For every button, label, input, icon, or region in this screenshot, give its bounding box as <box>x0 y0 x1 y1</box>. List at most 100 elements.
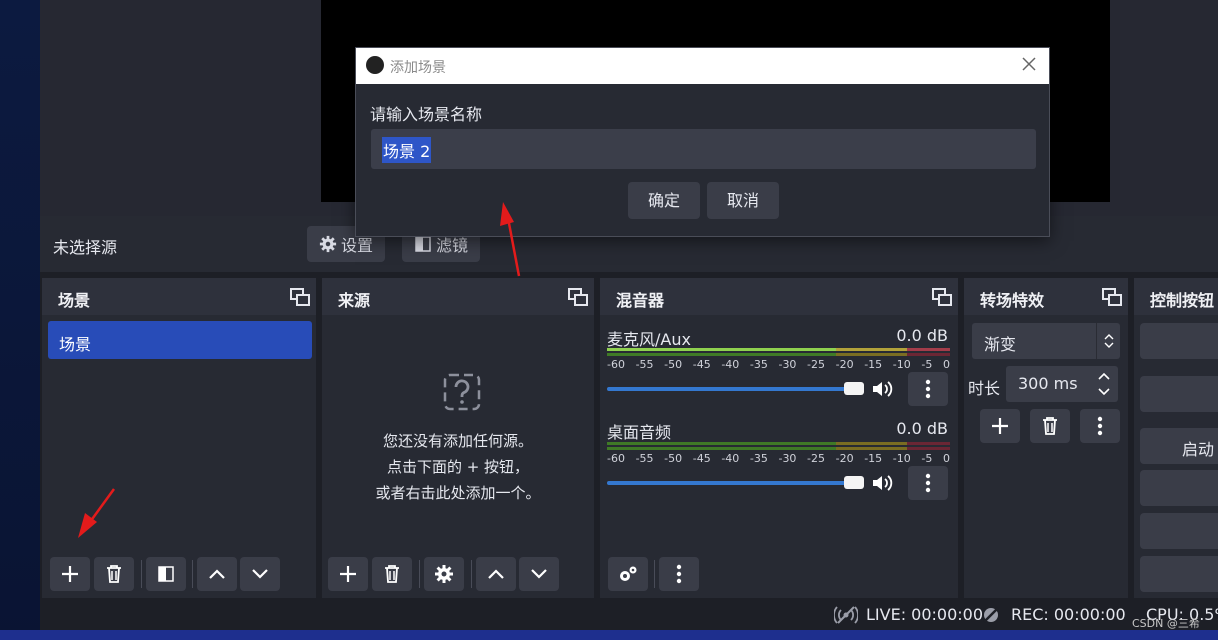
duration-spinbox[interactable]: 300 ms <box>1006 366 1118 402</box>
desktop-meter-ticks: -60 -55 -50 -45 -40 -35 -30 -25 -20 -15 -10 -5 0 <box>607 452 950 465</box>
empty-line-1: 您还没有添加任何源。 <box>382 432 533 450</box>
empty-line-2: 点击下面的 + 按钮， <box>386 458 530 476</box>
empty-sources-message: 您还没有添加任何源。 点击下面的 + 按钮， 或者右击此处添加一个。 <box>322 428 594 506</box>
mic-channel-menu-button[interactable] <box>908 372 948 406</box>
undock-icon[interactable] <box>932 288 952 306</box>
watermark: CSDN @三希 <box>1132 617 1200 630</box>
plus-icon <box>992 418 1008 434</box>
trash-icon <box>107 565 121 583</box>
add-transition-button[interactable] <box>980 409 1020 443</box>
toolbar-separator <box>654 560 655 588</box>
control-button-5[interactable] <box>1140 513 1218 549</box>
mixer-dock: 混音器 麦克风/Aux 0.0 dB -60 -55 -50 -45 -40 -35 -30… <box>600 278 958 598</box>
kebab-menu-icon <box>676 564 682 584</box>
slider-handle[interactable] <box>844 476 864 489</box>
filter-icon <box>415 236 431 252</box>
speaker-icon[interactable] <box>872 380 894 398</box>
toolbar-separator <box>141 560 142 588</box>
cancel-button[interactable]: 取消 <box>707 182 779 219</box>
live-timer: LIVE: 00:00:00 <box>866 605 984 624</box>
desktop-channel-menu-button[interactable] <box>908 466 948 500</box>
chevron-up-icon <box>209 569 225 579</box>
desktop-background-left <box>0 0 40 640</box>
toolbar-separator <box>471 560 472 588</box>
control-button-2[interactable] <box>1140 376 1218 412</box>
advanced-audio-button[interactable] <box>608 557 648 591</box>
transitions-dock: 转场特效 渐变 时长 300 ms <box>964 278 1128 598</box>
move-source-up-button[interactable] <box>476 557 516 591</box>
mic-meter-ticks: -60 -55 -50 -45 -40 -35 -30 -25 -20 -15 -10 -5 0 <box>607 358 950 371</box>
controls-title: 控制按钮 <box>1150 291 1215 310</box>
chevron-down-icon <box>252 569 268 579</box>
remove-transition-button[interactable] <box>1030 409 1070 443</box>
transition-select[interactable]: 渐变 <box>972 323 1120 359</box>
chevron-up-icon <box>488 569 504 579</box>
scene-item-label: 场景 <box>59 335 92 354</box>
up-down-icon <box>1104 334 1114 348</box>
desktop-channel-name: 桌面音频 <box>607 423 672 442</box>
transition-menu-button[interactable] <box>1080 409 1120 443</box>
close-icon[interactable] <box>1021 56 1037 72</box>
chevron-down-icon <box>531 569 547 579</box>
desktop-channel-db: 0.0 dB <box>896 419 948 438</box>
remove-source-button[interactable] <box>372 557 412 591</box>
transitions-title: 转场特效 <box>980 291 1045 310</box>
filter-icon <box>158 566 174 582</box>
no-source-label: 未选择源 <box>53 238 118 257</box>
control-button-6[interactable] <box>1140 556 1218 592</box>
mic-volume-slider[interactable] <box>607 382 864 395</box>
undock-icon[interactable] <box>568 288 588 306</box>
control-button-4[interactable] <box>1140 470 1218 506</box>
taskbar-strip <box>0 630 1218 640</box>
speaker-icon[interactable] <box>872 474 894 492</box>
move-source-down-button[interactable] <box>519 557 559 591</box>
desktop-volume-slider[interactable] <box>607 476 864 489</box>
mixer-dock-header: 混音器 <box>600 278 958 315</box>
add-source-button[interactable] <box>328 557 368 591</box>
source-properties-button[interactable] <box>424 557 464 591</box>
scenes-dock-header: 场景 <box>42 278 316 315</box>
scene-name-prompt: 请输入场景名称 <box>370 105 483 124</box>
start-virtual-camera-button[interactable]: 启动 <box>1140 428 1218 464</box>
mixer-menu-button[interactable] <box>659 557 699 591</box>
move-scene-down-button[interactable] <box>240 557 280 591</box>
duration-value: 300 ms <box>1018 374 1078 393</box>
undock-icon[interactable] <box>1102 288 1122 306</box>
live-signal-icon <box>834 606 858 624</box>
stepper-icon[interactable] <box>1098 372 1110 396</box>
gear-icon <box>435 565 453 583</box>
trash-icon <box>385 565 399 583</box>
scene-filters-button[interactable] <box>146 557 186 591</box>
control-button-1[interactable] <box>1140 323 1218 359</box>
add-scene-dialog: 添加场景 请输入场景名称 场景 2 确定 取消 <box>355 47 1050 237</box>
move-scene-up-button[interactable] <box>197 557 237 591</box>
empty-line-3: 或者右击此处添加一个。 <box>375 484 541 502</box>
kebab-menu-icon <box>925 379 931 399</box>
add-scene-button[interactable] <box>50 557 90 591</box>
mixer-title: 混音器 <box>616 291 665 310</box>
scene-name-input[interactable]: 场景 2 <box>371 129 1036 169</box>
scene-list-item[interactable]: 场景 <box>48 321 312 359</box>
rec-icon <box>983 607 999 623</box>
dialog-titlebar: 添加场景 <box>356 48 1049 84</box>
gear-icon <box>319 235 337 253</box>
start-label: 启动 <box>1182 440 1215 459</box>
undock-icon[interactable] <box>290 288 310 306</box>
scenes-title: 场景 <box>58 291 91 310</box>
plus-icon <box>62 566 78 582</box>
plus-icon <box>340 566 356 582</box>
ok-button[interactable]: 确定 <box>628 182 700 219</box>
remove-scene-button[interactable] <box>94 557 134 591</box>
gears-icon <box>620 566 637 581</box>
sources-dock-header: 来源 <box>322 278 594 315</box>
controls-dock-header: 控制按钮 <box>1134 278 1218 315</box>
slider-handle[interactable] <box>844 382 864 395</box>
kebab-menu-icon <box>1097 416 1103 436</box>
sources-title: 来源 <box>338 291 371 310</box>
kebab-menu-icon <box>925 473 931 493</box>
status-bar: LIVE: 00:00:00 REC: 00:00:00 CPU: 0.5% <box>40 600 1218 630</box>
toolbar-separator <box>419 560 420 588</box>
mic-channel-name: 麦克风/Aux <box>607 330 691 349</box>
scenes-dock: 场景 场景 <box>42 278 316 598</box>
scene-name-value: 场景 2 <box>382 137 432 163</box>
